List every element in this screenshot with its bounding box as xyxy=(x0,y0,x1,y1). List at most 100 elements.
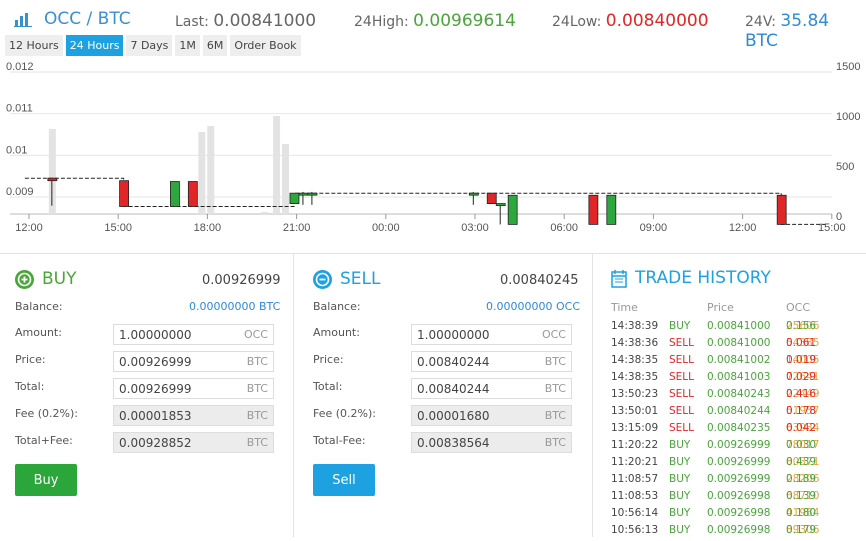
trade-price: 0.00926999 xyxy=(707,456,771,468)
sell-price-value: 0.00840244 xyxy=(417,354,490,369)
table-row[interactable]: 14:38:35 SELL 0.00841003 0.029 72641 xyxy=(611,371,843,388)
x-tick-label: 06:00 xyxy=(550,222,578,234)
buy-balance-value[interactable]: 0.00000000 BTC xyxy=(189,300,280,313)
candle-body xyxy=(119,180,129,207)
sell-balance-value[interactable]: 0.00000000 OCC xyxy=(486,300,580,313)
buy-total-label: Total: xyxy=(15,380,45,393)
table-row[interactable]: 11:20:22 BUY 0.00926999 0.030 78017 xyxy=(611,439,843,456)
candle-body xyxy=(298,192,309,196)
tab-24-hours[interactable]: 24 Hours xyxy=(65,35,124,56)
buy-amount-field[interactable]: 1.00000000 OCC xyxy=(113,324,274,345)
table-row[interactable]: 10:56:13 BUY 0.00926998 0.179 89306 xyxy=(611,524,843,541)
table-row[interactable]: 14:38:36 SELL 0.00841000 0.061 54385 xyxy=(611,337,843,354)
candle-body xyxy=(776,194,787,225)
tab-1m[interactable]: 1M xyxy=(175,35,200,56)
y-left-tick: 0.01 xyxy=(6,144,27,156)
trade-price: 0.00926998 xyxy=(707,507,771,519)
trade-side: BUY xyxy=(669,507,691,519)
last-label: Last: xyxy=(175,14,209,30)
tab-6m[interactable]: 6M xyxy=(202,35,228,56)
trade-amount-major: 0.029 xyxy=(786,371,817,383)
buy-best-price: 0.00926999 xyxy=(202,273,281,288)
table-row[interactable]: 13:15:09 SELL 0.00840235 0.042 63934 xyxy=(611,422,843,439)
sell-total-label: Total: xyxy=(313,380,343,393)
plus-circle-icon xyxy=(15,269,34,289)
trade-side: SELL xyxy=(669,354,694,366)
trade-amount: 0.180 41984 xyxy=(786,507,819,519)
column-divider xyxy=(293,253,294,537)
trade-amount: 0.061 54385 xyxy=(786,337,819,349)
table-row[interactable]: 11:08:57 BUY 0.00926999 0.189 28206 xyxy=(611,473,843,490)
sell-total-field[interactable]: 0.00840244 BTC xyxy=(411,378,572,399)
trade-amount: 0.439 80371 xyxy=(786,456,819,468)
sell-amount-label: Amount: xyxy=(313,326,360,339)
trade-amount: 0.189 28206 xyxy=(786,473,819,485)
sell-button[interactable]: Sell xyxy=(313,464,375,496)
last-value: 0.00841000 xyxy=(213,11,317,31)
tab-7-days[interactable]: 7 Days xyxy=(126,35,173,56)
trade-price: 0.00926998 xyxy=(707,490,771,502)
sell-total-unit: BTC xyxy=(544,382,566,395)
high-label: 24High: xyxy=(354,14,409,30)
x-tick-label: 12:00 xyxy=(15,222,43,234)
x-tick-label: 00:00 xyxy=(372,222,400,234)
table-row[interactable]: 14:38:39 BUY 0.00841000 0.156 25606 xyxy=(611,320,843,337)
table-row[interactable]: 11:20:21 BUY 0.00926999 0.439 80371 xyxy=(611,456,843,473)
trade-amount: 0.030 78017 xyxy=(786,439,819,451)
trade-time: 13:50:23 xyxy=(611,388,659,400)
pair-base: OCC xyxy=(44,9,82,29)
sell-fee-unit: BTC xyxy=(544,409,566,422)
x-tick-label: 03:00 xyxy=(461,222,489,234)
tab-12-hours[interactable]: 12 Hours xyxy=(5,35,63,56)
trade-price: 0.00841003 xyxy=(707,371,771,383)
price-chart[interactable]: 0.0120.0110.010.00915001000500012:00 15:0… xyxy=(0,56,866,242)
sell-amount-field[interactable]: 1.00000000 OCC xyxy=(411,324,572,345)
col-price-header: Price xyxy=(707,301,734,314)
table-row[interactable]: 11:08:53 BUY 0.00926998 0.139 68710 xyxy=(611,490,843,507)
trade-history-title: TRADE HISTORY xyxy=(611,268,771,288)
trade-time: 11:20:21 xyxy=(611,456,659,468)
minus-circle-icon xyxy=(313,269,332,289)
buy-fee-label: Fee (0.2%): xyxy=(15,407,78,420)
buy-totalfee-label: Total+Fee: xyxy=(15,434,73,447)
high-24h: 24High: 0.00969614 xyxy=(354,11,516,31)
tab-order-book[interactable]: Order Book xyxy=(230,35,301,56)
table-row[interactable]: 13:50:23 SELL 0.00840243 0.416 22449 xyxy=(611,388,843,405)
sell-price-field[interactable]: 0.00840244 BTC xyxy=(411,351,572,372)
trade-amount: 0.042 63934 xyxy=(786,422,819,434)
table-row[interactable]: 14:38:35 SELL 0.00841002 0.019 14005 xyxy=(611,354,843,371)
buy-button[interactable]: Buy xyxy=(15,464,77,496)
x-tick-label: 09:00 xyxy=(640,222,668,234)
buy-price-unit: BTC xyxy=(246,355,268,368)
candle-body xyxy=(606,194,617,225)
y-left-tick: 0.012 xyxy=(6,61,34,73)
buy-price-field[interactable]: 0.00926999 BTC xyxy=(113,351,274,372)
trade-history-label: TRADE HISTORY xyxy=(635,268,771,288)
sell-total-value: 0.00840244 xyxy=(417,381,490,396)
trade-price: 0.00840243 xyxy=(707,388,771,400)
trade-time: 14:38:35 xyxy=(611,354,659,366)
buy-fee-value: 0.00001853 xyxy=(119,408,192,423)
sell-amount-value: 1.00000000 xyxy=(417,327,490,342)
trade-price: 0.00926998 xyxy=(707,524,771,536)
sell-balance-label: Balance: xyxy=(313,300,361,313)
market-pair[interactable]: OCC / BTC xyxy=(44,9,131,29)
table-row[interactable]: 13:50:01 SELL 0.00840244 0.178 51957 xyxy=(611,405,843,422)
pair-separator: / xyxy=(81,9,98,29)
candle-body xyxy=(169,181,180,207)
candle-body xyxy=(507,194,518,225)
trade-time: 10:56:14 xyxy=(611,507,659,519)
trade-side: SELL xyxy=(669,422,694,434)
candle-body xyxy=(187,181,198,207)
volume-24h: 24V: 35.84 BTC xyxy=(745,11,866,51)
buy-total-field[interactable]: 0.00926999 BTC xyxy=(113,378,274,399)
buy-title-label: BUY xyxy=(42,269,77,289)
candle-body xyxy=(47,177,58,182)
trade-time: 14:38:39 xyxy=(611,320,659,332)
buy-totalfee-value: 0.00928852 xyxy=(119,435,192,450)
trade-side: BUY xyxy=(669,456,691,468)
sell-totalfee-field: 0.00838564 BTC xyxy=(411,432,572,453)
candle-body xyxy=(307,192,318,196)
volume-bar xyxy=(261,212,269,214)
table-row[interactable]: 10:56:14 BUY 0.00926998 0.180 41984 xyxy=(611,507,843,524)
